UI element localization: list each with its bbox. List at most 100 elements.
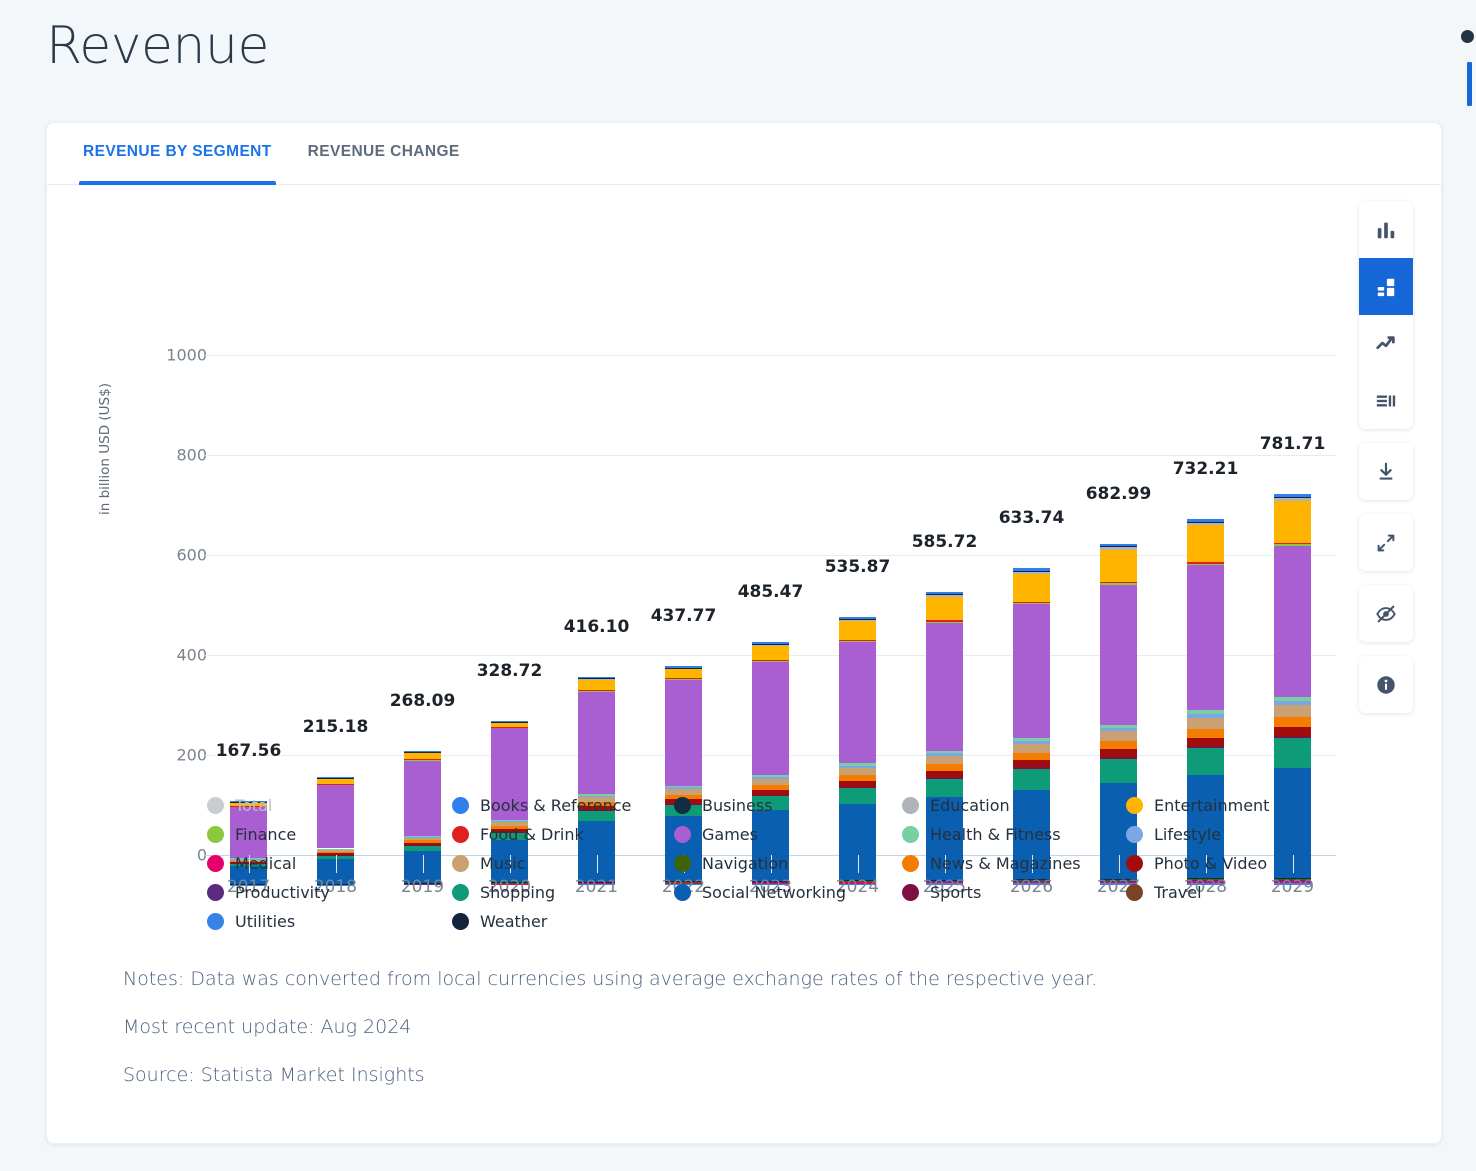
legend-item-lifestyle[interactable]: Lifestyle [1126, 820, 1356, 849]
bar-segment-photo-video[interactable] [1100, 749, 1137, 758]
legend-item-social-networking[interactable]: Social Networking [674, 878, 902, 907]
bar-column[interactable]: 215.18 2018 [292, 185, 379, 897]
bar-column[interactable]: 167.56 2017 [205, 185, 292, 897]
bar-column[interactable]: 585.72 2025 [901, 185, 988, 897]
bar-segment-weather[interactable] [926, 594, 963, 595]
bar-segment-books-reference[interactable] [317, 777, 354, 779]
bar-segment-lifestyle[interactable] [1013, 740, 1050, 744]
bar-column[interactable]: 732.21 2028 [1162, 185, 1249, 897]
bar-segment-education[interactable] [1100, 546, 1137, 550]
bar-segment-education[interactable] [1187, 522, 1224, 526]
bar-segment-education[interactable] [665, 668, 702, 670]
bar-segment-health-fitness[interactable] [1274, 696, 1311, 701]
bar-segment-finance[interactable] [839, 641, 876, 643]
legend-item-travel[interactable]: Travel [1126, 878, 1356, 907]
legend-item-finance[interactable]: Finance [207, 820, 452, 849]
legend-item-food-drink[interactable]: Food & Drink [452, 820, 674, 849]
bar-segment-food-drink[interactable] [665, 677, 702, 679]
bar-segment-news-magazines[interactable] [1013, 752, 1050, 761]
legend-item-sports[interactable]: Sports [902, 878, 1126, 907]
bar-segment-health-fitness[interactable] [1013, 737, 1050, 741]
bar-segment-lifestyle[interactable] [1100, 727, 1137, 732]
bar-segment-food-drink[interactable] [752, 660, 789, 661]
stacked-bar-chart-button[interactable] [1359, 258, 1413, 315]
bar-segment-news-magazines[interactable] [1100, 740, 1137, 750]
bar-segment-news-magazines[interactable] [752, 785, 789, 791]
bar-segment-books-reference[interactable] [1187, 518, 1224, 522]
bar-segment-education[interactable] [926, 594, 963, 597]
bar-segment-finance[interactable] [752, 661, 789, 662]
info-button[interactable] [1359, 656, 1413, 713]
legend-item-total[interactable]: Total [207, 791, 452, 820]
tab-revenue-by-segment[interactable]: REVENUE BY SEGMENT [79, 123, 276, 185]
bar-segment-music[interactable] [752, 778, 789, 786]
bar-column[interactable]: 416.10 2021 [553, 185, 640, 897]
bar-column[interactable]: 633.74 2026 [988, 185, 1075, 897]
bar-segment-lifestyle[interactable] [839, 765, 876, 769]
legend-item-entertainment[interactable]: Entertainment [1126, 791, 1356, 820]
bar-segment-weather[interactable] [1013, 570, 1050, 572]
bar-segment-shopping[interactable] [1274, 738, 1311, 769]
bar-segment-entertainment[interactable] [839, 621, 876, 641]
bar-segment-food-drink[interactable] [1187, 562, 1224, 564]
legend-item-business[interactable]: Business [674, 791, 902, 820]
bar-column[interactable]: 485.47 2023 [727, 185, 814, 897]
bar-segment-books-reference[interactable] [1013, 568, 1050, 571]
bar-segment-entertainment[interactable] [1187, 525, 1224, 563]
bar-segment-photo-video[interactable] [1187, 737, 1224, 747]
bar-segment-sports[interactable] [1274, 736, 1311, 739]
bar-segment-books-reference[interactable] [752, 642, 789, 644]
bar-segment-food-drink[interactable] [1013, 601, 1050, 603]
legend-item-navigation[interactable]: Navigation [674, 849, 902, 878]
bar-segment-education[interactable] [491, 721, 528, 723]
bar-segment-weather[interactable] [1187, 521, 1224, 523]
bar-segment-education[interactable] [752, 644, 789, 647]
bar-segment-weather[interactable] [839, 619, 876, 620]
legend-item-shopping[interactable]: Shopping [452, 878, 674, 907]
bar-segment-books-reference[interactable] [926, 592, 963, 595]
bar-segment-food-drink[interactable] [926, 620, 963, 622]
bar-segment-food-drink[interactable] [578, 689, 615, 691]
bar-segment-lifestyle[interactable] [752, 776, 789, 779]
bar-segment-lifestyle[interactable] [1187, 714, 1224, 718]
bar-segment-finance[interactable] [665, 678, 702, 680]
bar-segment-food-drink[interactable] [1100, 582, 1137, 584]
legend-item-productivity[interactable]: Productivity [207, 878, 452, 907]
bar-segment-education[interactable] [1013, 571, 1050, 574]
bar-segment-entertainment[interactable] [1274, 501, 1311, 543]
bar-segment-education[interactable] [839, 619, 876, 622]
bar-segment-entertainment[interactable] [1100, 549, 1137, 583]
bar-segment-news-magazines[interactable] [926, 764, 963, 771]
bar-segment-books-reference[interactable] [404, 750, 441, 752]
bar-segment-games[interactable] [1187, 564, 1224, 711]
bar-segment-games[interactable] [1274, 545, 1311, 697]
bar-segment-music[interactable] [839, 768, 876, 776]
bar-segment-music[interactable] [1100, 731, 1137, 741]
bar-column[interactable]: 682.99 2027 [1075, 185, 1162, 898]
expand-button[interactable] [1359, 514, 1413, 571]
bar-column[interactable]: 437.772022 [640, 185, 727, 897]
bar-segment-photo-video[interactable] [926, 771, 963, 778]
bar-segment-entertainment[interactable] [1013, 573, 1050, 602]
bar-column[interactable]: 328.72 2020 [466, 185, 553, 897]
bar-segment-finance[interactable] [926, 621, 963, 623]
legend-item-books-reference[interactable]: Books & Reference [452, 791, 674, 820]
bar-segment-music[interactable] [926, 756, 963, 765]
bar-segment-finance[interactable] [1100, 583, 1137, 585]
bar-segment-news-magazines[interactable] [1187, 728, 1224, 738]
bar-segment-books-reference[interactable] [491, 720, 528, 722]
bar-segment-health-fitness[interactable] [1100, 724, 1137, 728]
bar-segment-games[interactable] [926, 622, 963, 751]
bar-segment-music[interactable] [1274, 704, 1311, 717]
bar-segment-health-fitness[interactable] [839, 763, 876, 766]
bar-segment-education[interactable] [1274, 498, 1311, 502]
bar-segment-games[interactable] [839, 642, 876, 764]
tab-revenue-change[interactable]: REVENUE CHANGE [304, 123, 464, 185]
bar-segment-health-fitness[interactable] [752, 774, 789, 777]
legend-item-utilities[interactable]: Utilities [207, 907, 452, 936]
bar-segment-photo-video[interactable] [1013, 760, 1050, 768]
bar-segment-finance[interactable] [1187, 563, 1224, 565]
legend-item-education[interactable]: Education [902, 791, 1126, 820]
legend-item-medical[interactable]: Medical [207, 849, 452, 878]
bar-segment-photo-video[interactable] [839, 781, 876, 787]
